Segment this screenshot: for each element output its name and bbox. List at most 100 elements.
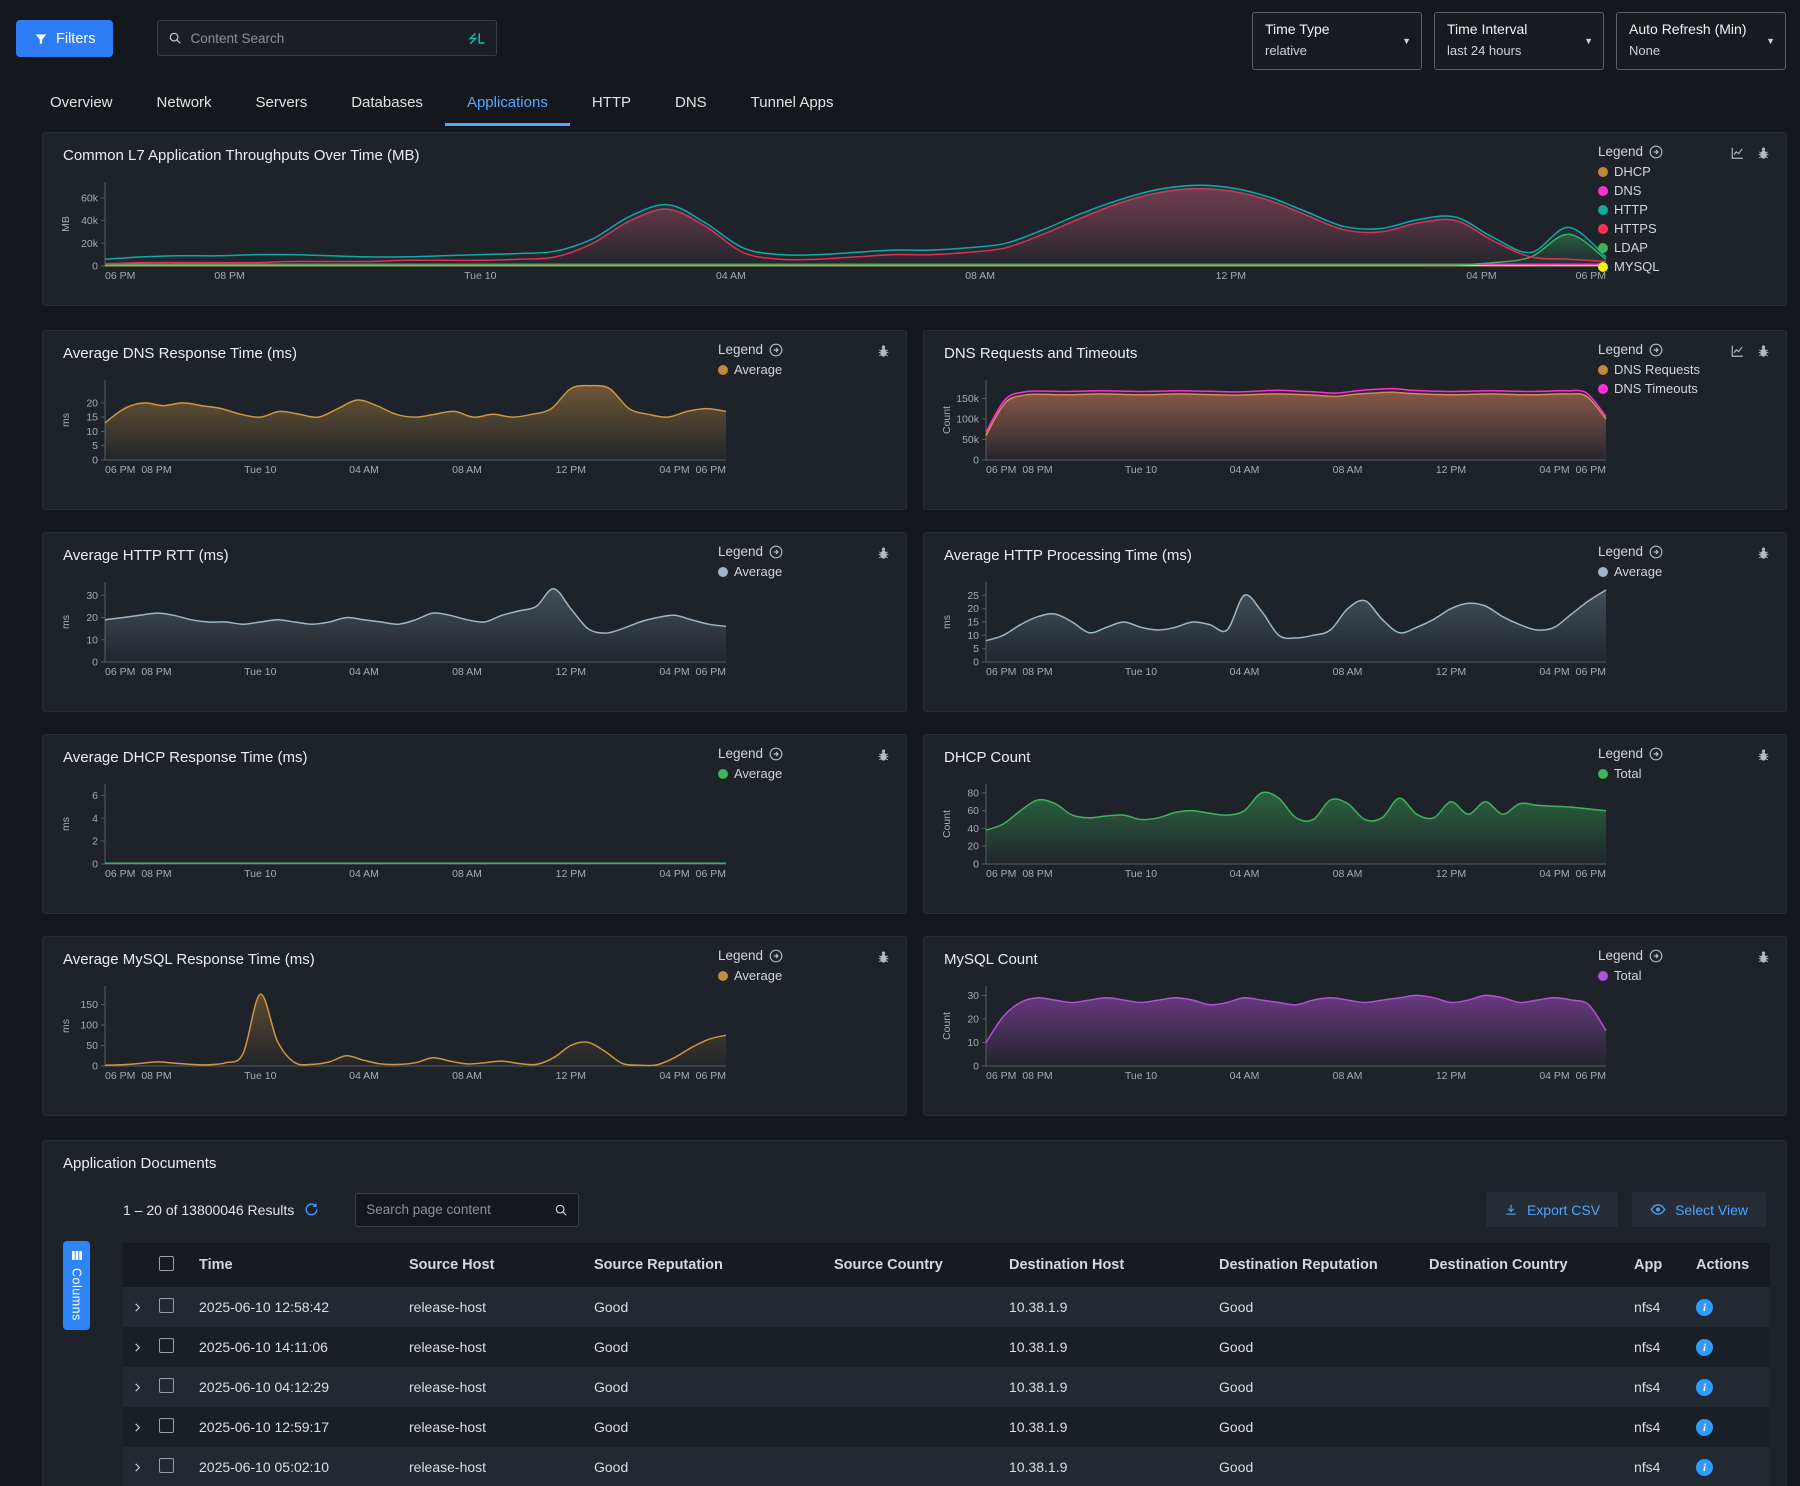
select-view-button[interactable]: Select View <box>1632 1192 1766 1227</box>
refresh-icon[interactable] <box>304 1202 319 1217</box>
auto-refresh-select[interactable]: Auto Refresh (Min) None ▼ <box>1616 12 1786 70</box>
legend-expand-icon[interactable] <box>769 343 783 357</box>
column-header[interactable]: Source Reputation <box>594 1257 834 1273</box>
bug-icon[interactable] <box>1757 950 1770 964</box>
legend-item[interactable]: Total <box>1598 764 1730 783</box>
bug-icon[interactable] <box>1757 546 1770 560</box>
legend-expand-icon[interactable] <box>769 545 783 559</box>
legend-expand-icon[interactable] <box>1649 949 1663 963</box>
table-row[interactable]: 2025-06-10 05:02:10release-hostGood10.38… <box>123 1447 1770 1486</box>
column-header[interactable]: Time <box>199 1257 409 1273</box>
time-type-select[interactable]: Time Type relative ▼ <box>1252 12 1422 70</box>
info-icon[interactable]: i <box>1696 1299 1713 1316</box>
tab-tunnel-apps[interactable]: Tunnel Apps <box>729 84 856 126</box>
bug-icon[interactable] <box>877 950 890 964</box>
legend-expand-icon[interactable] <box>1649 545 1663 559</box>
legend-item[interactable]: DNS Timeouts <box>1598 379 1730 398</box>
legend-item[interactable]: Average <box>718 562 850 581</box>
tab-http[interactable]: HTTP <box>570 84 653 126</box>
column-header[interactable]: App <box>1634 1257 1696 1273</box>
time-interval-select[interactable]: Time Interval last 24 hours ▼ <box>1434 12 1604 70</box>
legend-item[interactable]: Average <box>718 764 850 783</box>
avg-http-rtt-chart[interactable]: 010203006 PM08 PMTue 1004 AM08 AM12 PM04… <box>59 576 730 680</box>
expand-row-icon[interactable] <box>132 1462 143 1473</box>
legend-item[interactable]: HTTPS <box>1598 219 1730 238</box>
mysql-count-chart[interactable]: 010203006 PM08 PMTue 1004 AM08 AM12 PM04… <box>940 980 1610 1084</box>
row-checkbox[interactable] <box>159 1298 174 1313</box>
tab-dns[interactable]: DNS <box>653 84 729 126</box>
bug-icon[interactable] <box>877 748 890 762</box>
legend-item[interactable]: DNS <box>1598 181 1730 200</box>
table-row[interactable]: 2025-06-10 14:11:06release-hostGood10.38… <box>123 1327 1770 1367</box>
columns-button[interactable]: Columns <box>63 1241 90 1330</box>
table-row[interactable]: 2025-06-10 12:58:42release-hostGood10.38… <box>123 1287 1770 1327</box>
tab-bar: OverviewNetworkServersDatabasesApplicati… <box>0 82 1800 126</box>
svg-text:0: 0 <box>92 859 98 871</box>
column-header[interactable]: Actions <box>1696 1257 1766 1273</box>
row-checkbox[interactable] <box>159 1378 174 1393</box>
table-row[interactable]: 2025-06-10 04:12:29release-hostGood10.38… <box>123 1367 1770 1407</box>
legend-expand-icon[interactable] <box>1649 747 1663 761</box>
filters-button[interactable]: Filters <box>16 20 113 57</box>
legend-item[interactable]: DNS Requests <box>1598 360 1730 379</box>
page-content-search[interactable] <box>355 1193 579 1227</box>
legend-expand-icon[interactable] <box>769 747 783 761</box>
legend-expand-icon[interactable] <box>769 949 783 963</box>
avg-http-processing-chart[interactable]: 051015202506 PM08 PMTue 1004 AM08 AM12 P… <box>940 576 1610 680</box>
legend-item[interactable]: Average <box>718 360 850 379</box>
tab-overview[interactable]: Overview <box>28 84 135 126</box>
column-header[interactable]: Source Country <box>834 1257 1009 1273</box>
row-checkbox[interactable] <box>159 1418 174 1433</box>
svg-text:Tue 10: Tue 10 <box>244 1070 276 1082</box>
avg-dns-response-chart[interactable]: 0510152006 PM08 PMTue 1004 AM08 AM12 PM0… <box>59 374 730 478</box>
legend-expand-icon[interactable] <box>1649 145 1663 159</box>
expand-row-icon[interactable] <box>132 1382 143 1393</box>
legend-item[interactable]: HTTP <box>1598 200 1730 219</box>
cell-destination-reputation: Good <box>1219 1419 1429 1435</box>
select-all-checkbox[interactable] <box>159 1256 174 1271</box>
expand-row-icon[interactable] <box>132 1302 143 1313</box>
expand-row-icon[interactable] <box>132 1422 143 1433</box>
tab-databases[interactable]: Databases <box>329 84 445 126</box>
table-row[interactable]: 2025-06-10 12:59:17release-hostGood10.38… <box>123 1407 1770 1447</box>
column-header[interactable]: Source Host <box>409 1257 594 1273</box>
query-logo-icon[interactable] <box>468 31 486 46</box>
legend-item[interactable]: Total <box>1598 966 1730 985</box>
avg-dhcp-response-chart[interactable]: 024606 PM08 PMTue 1004 AM08 AM12 PM04 PM… <box>59 778 730 882</box>
bug-icon[interactable] <box>1757 344 1770 358</box>
bug-icon[interactable] <box>1757 748 1770 762</box>
info-icon[interactable]: i <box>1696 1459 1713 1476</box>
tab-applications[interactable]: Applications <box>445 84 570 126</box>
column-header[interactable]: Destination Reputation <box>1219 1257 1429 1273</box>
line-chart-icon[interactable] <box>1730 344 1745 358</box>
l7-throughput-chart[interactable]: 020k40k60k06 PM08 PMTue 1004 AM08 AM12 P… <box>59 176 1610 284</box>
info-icon[interactable]: i <box>1696 1379 1713 1396</box>
legend-expand-icon[interactable] <box>1649 343 1663 357</box>
legend-item[interactable]: LDAP <box>1598 238 1730 257</box>
page-content-search-input[interactable] <box>366 1202 554 1217</box>
column-header[interactable]: Destination Country <box>1429 1257 1634 1273</box>
content-search-input[interactable] <box>190 31 460 46</box>
row-checkbox[interactable] <box>159 1338 174 1353</box>
bug-icon[interactable] <box>1757 146 1770 160</box>
legend-item[interactable]: MYSQL <box>1598 257 1730 276</box>
content-search[interactable] <box>157 20 497 56</box>
column-header[interactable]: Destination Host <box>1009 1257 1219 1273</box>
avg-mysql-response-chart[interactable]: 05010015006 PM08 PMTue 1004 AM08 AM12 PM… <box>59 980 730 1084</box>
dns-requests-timeouts-chart[interactable]: 050k100k150k06 PM08 PMTue 1004 AM08 AM12… <box>940 374 1610 478</box>
export-csv-button[interactable]: Export CSV <box>1486 1192 1618 1227</box>
line-chart-icon[interactable] <box>1730 146 1745 160</box>
tab-servers[interactable]: Servers <box>234 84 330 126</box>
row-checkbox[interactable] <box>159 1458 174 1473</box>
legend-item[interactable]: Average <box>718 966 850 985</box>
tab-network[interactable]: Network <box>135 84 234 126</box>
legend-item[interactable]: DHCP <box>1598 162 1730 181</box>
dhcp-count-chart[interactable]: 02040608006 PM08 PMTue 1004 AM08 AM12 PM… <box>940 778 1610 882</box>
bug-icon[interactable] <box>877 546 890 560</box>
bug-icon[interactable] <box>877 344 890 358</box>
expand-row-icon[interactable] <box>132 1342 143 1353</box>
info-icon[interactable]: i <box>1696 1339 1713 1356</box>
legend-item[interactable]: Average <box>1598 562 1730 581</box>
svg-text:08 PM: 08 PM <box>1022 464 1052 476</box>
info-icon[interactable]: i <box>1696 1419 1713 1436</box>
